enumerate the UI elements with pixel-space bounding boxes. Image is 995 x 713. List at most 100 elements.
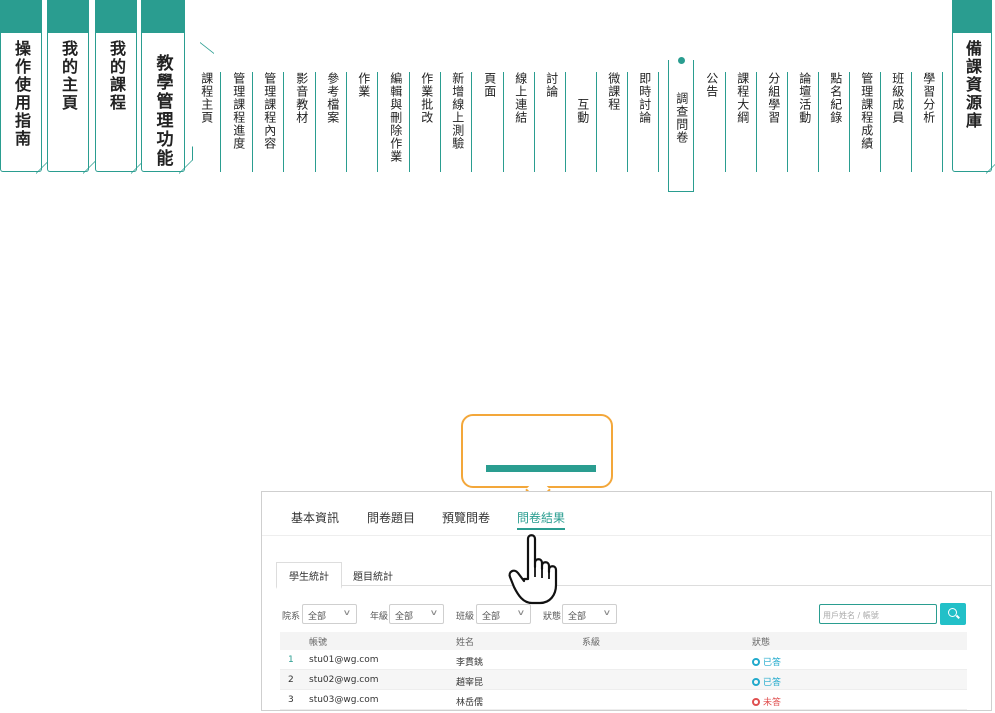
subtab-micro-course[interactable]: 微課程 xyxy=(606,72,628,172)
chevron-down-icon: ∨ xyxy=(516,608,526,617)
subtab-announcements[interactable]: 公告 xyxy=(704,72,726,172)
subtab-forum-activities[interactable]: 論壇活動 xyxy=(797,72,819,172)
subtab-label: 參考檔案 xyxy=(325,72,340,124)
subtab-course-home[interactable]: 課程主頁 xyxy=(199,72,221,172)
tab-label: 我的主頁 xyxy=(59,40,78,112)
subtab-label: 互動 xyxy=(575,98,590,124)
subtab-group-learning[interactable]: 分組學習 xyxy=(766,72,788,172)
select-value: 全部 xyxy=(568,612,587,622)
search-input[interactable]: 用戶姓名 / 帳號 xyxy=(819,604,937,624)
subtab-discussion[interactable]: 討論 xyxy=(544,72,566,172)
subtab-label: 管理課程成績 xyxy=(859,72,874,150)
tab-label: 我的課程 xyxy=(107,40,126,112)
subtab-online-links[interactable]: 線上連結 xyxy=(513,72,535,172)
table-row[interactable]: 3 stu03@wg.com 林岳儒 未答 xyxy=(280,690,967,710)
tab-basic-info[interactable]: 基本資訊 xyxy=(291,509,339,526)
tab-label: 教學管理功能 xyxy=(152,54,173,168)
subtab-video-materials[interactable]: 影音教材 xyxy=(294,72,316,172)
select-value: 全部 xyxy=(395,612,414,622)
subtab-label: 調查問卷 xyxy=(674,92,689,144)
tab-student-stats[interactable]: 學生統計 xyxy=(276,562,342,589)
tab-question-stats[interactable]: 題目統計 xyxy=(344,566,402,585)
subtab-label: 作業批改 xyxy=(419,72,434,124)
subtab-manage-grades[interactable]: 管理課程成績 xyxy=(859,72,881,172)
subtab-label: 頁面 xyxy=(482,72,497,98)
subtab-label: 作業 xyxy=(356,72,371,98)
tab-survey-results[interactable]: 問卷結果 xyxy=(517,509,566,530)
subtab-grading[interactable]: 作業批改 xyxy=(419,72,441,172)
select-value: 全部 xyxy=(308,612,327,622)
student-stats-table: 帳號 姓名 系級 狀態 1 stu01@wg.com 李貫銚 已答 2 stu0… xyxy=(280,632,967,710)
tab-tail xyxy=(986,146,995,174)
status-text: 已答 xyxy=(763,678,782,688)
filter-label-grade: 年級 xyxy=(370,612,389,622)
header-account: 帳號 xyxy=(309,638,328,648)
subtab-label: 即時討論 xyxy=(637,72,652,124)
row-name: 林岳儒 xyxy=(456,698,484,708)
select-value: 全部 xyxy=(482,612,501,622)
table-row[interactable]: 2 stu02@wg.com 趙宰昆 已答 xyxy=(280,670,967,690)
subtab-label: 討論 xyxy=(544,72,559,98)
row-number: 2 xyxy=(288,675,294,685)
subtab-label: 班級成員 xyxy=(890,72,905,124)
status-text: 已答 xyxy=(763,658,782,668)
filter-grade-select[interactable]: 全部 ∨ xyxy=(389,604,444,624)
tab-lesson-resources[interactable]: 備課資源庫 xyxy=(952,0,995,174)
subtab-label: 點名紀錄 xyxy=(828,72,843,124)
subtab-add-online-quiz[interactable]: 新增線上測驗 xyxy=(450,72,472,172)
status-ring-icon xyxy=(752,658,760,666)
search-button[interactable] xyxy=(940,603,966,625)
tab-teaching-management[interactable]: 教學管理功能 xyxy=(141,0,193,174)
row-name: 李貫銚 xyxy=(456,658,484,668)
subtab-label: 影音教材 xyxy=(294,72,309,124)
row-account: stu03@wg.com xyxy=(309,695,379,705)
row-number: 1 xyxy=(288,655,294,665)
tab-label: 備課資源庫 xyxy=(963,40,982,130)
row-number: 3 xyxy=(288,695,294,705)
tab-my-home[interactable]: 我的主頁 xyxy=(47,0,97,174)
subtab-assignments[interactable]: 作業 xyxy=(356,72,378,172)
subtab-label: 線上連結 xyxy=(513,72,528,124)
search-icon-handle xyxy=(956,614,960,619)
subtab-label: 管理課程進度 xyxy=(231,72,246,150)
filter-status-select[interactable]: 全部 ∨ xyxy=(562,604,617,624)
subtab-survey[interactable]: 調查問卷 xyxy=(668,57,694,192)
filter-label-status: 狀態 xyxy=(543,612,562,622)
subtab-interaction[interactable]: 互動 xyxy=(575,72,597,172)
status-ring-icon xyxy=(752,678,760,686)
tab-cap xyxy=(48,0,88,33)
row-name: 趙宰昆 xyxy=(456,678,484,688)
chevron-down-icon: ∨ xyxy=(342,608,352,617)
subtab-syllabus[interactable]: 課程大綱 xyxy=(735,72,757,172)
filter-department-select[interactable]: 全部 ∨ xyxy=(302,604,357,624)
subtab-pages[interactable]: 頁面 xyxy=(482,72,504,172)
subtab-reference-files[interactable]: 參考檔案 xyxy=(325,72,347,172)
subtab-manage-content[interactable]: 管理課程內容 xyxy=(262,72,284,172)
status-ring-icon xyxy=(752,698,760,706)
status-text: 未答 xyxy=(763,698,782,708)
subtab-live-discussion[interactable]: 即時討論 xyxy=(637,72,659,172)
tab-cap xyxy=(96,0,136,33)
tab-label: 操作使用指南 xyxy=(12,40,31,148)
subtab-label: 新增線上測驗 xyxy=(450,72,465,150)
subtab-label: 微課程 xyxy=(606,72,621,111)
subtab-attendance[interactable]: 點名紀錄 xyxy=(828,72,850,172)
tab-survey-questions[interactable]: 問卷題目 xyxy=(367,509,415,526)
subtab-label: 學習分析 xyxy=(921,72,936,124)
table-row[interactable]: 1 stu01@wg.com 李貫銚 已答 xyxy=(280,650,967,670)
row-account: stu01@wg.com xyxy=(309,655,379,665)
subtab-edit-delete-assignments[interactable]: 編輯與刪除作業 xyxy=(388,72,410,172)
tab-cap xyxy=(1,0,41,33)
tab-my-courses[interactable]: 我的課程 xyxy=(95,0,145,174)
subtab-label: 編輯與刪除作業 xyxy=(388,72,403,163)
tab-user-guide[interactable]: 操作使用指南 xyxy=(0,0,50,174)
subtab-class-members[interactable]: 班級成員 xyxy=(890,72,912,172)
filter-class-select[interactable]: 全部 ∨ xyxy=(476,604,531,624)
subtab-manage-progress[interactable]: 管理課程進度 xyxy=(231,72,253,172)
header-department: 系級 xyxy=(582,638,601,648)
survey-results-panel: 基本資訊 問卷題目 預覽問卷 問卷結果 學生統計 題目統計 院系 全部 ∨ 年級… xyxy=(261,491,992,711)
subtab-learning-analytics[interactable]: 學習分析 xyxy=(921,72,943,172)
tab-cap xyxy=(142,0,184,33)
status-badge: 未答 xyxy=(752,695,781,708)
tab-preview-survey[interactable]: 預覽問卷 xyxy=(442,509,490,526)
